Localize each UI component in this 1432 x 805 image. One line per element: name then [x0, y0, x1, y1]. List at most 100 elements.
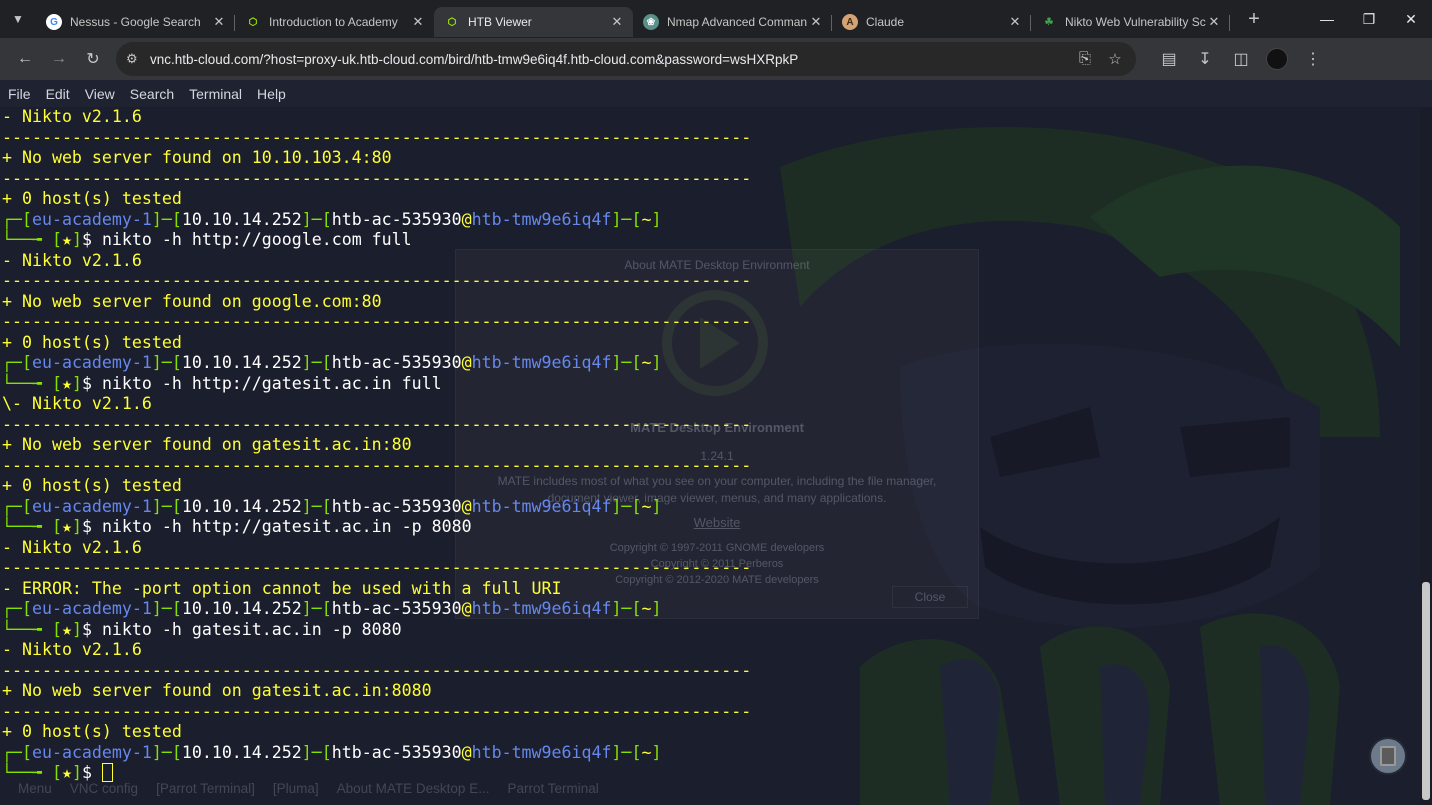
prompt-user: htb-ac-535930 [331, 599, 462, 618]
menu-edit[interactable]: Edit [46, 86, 70, 102]
terminal-scrollbar[interactable] [1420, 107, 1432, 805]
background-taskbar-item: [Pluma] [272, 781, 319, 796]
clipboard-icon [1380, 746, 1396, 766]
prompt-user: htb-ac-535930 [331, 209, 462, 229]
prompt-at: @ [461, 496, 472, 516]
prompt-bracket: ┌─[ [2, 599, 32, 618]
menu-help[interactable]: Help [257, 86, 286, 102]
prompt-at: @ [461, 353, 472, 372]
menu-terminal[interactable]: Terminal [189, 86, 242, 102]
tab-1[interactable]: G Nessus - Google Search ✕ [36, 7, 235, 37]
tab-title: HTB Viewer [468, 15, 532, 29]
terminal-line: ----------------------------------------… [2, 456, 1402, 477]
prompt-bracket: ]─[ [151, 599, 182, 618]
side-panel-icon[interactable]: ◫ [1224, 42, 1258, 76]
output-text: + 0 host(s) tested [2, 722, 182, 741]
tab-5[interactable]: A Claude ✕ [832, 7, 1031, 37]
prompt-host-group: eu-academy-1 [31, 496, 152, 516]
terminal-line: ┌─[eu-academy-1]─[10.10.14.252]─[htb-ac-… [2, 743, 1402, 764]
prompt-bracket: ]─[ [301, 496, 332, 516]
address-bar[interactable]: ⚙ vnc.htb-cloud.com/?host=proxy-uk.htb-c… [116, 42, 1136, 76]
prompt-at: @ [461, 742, 472, 762]
prompt-bracket: ] [651, 742, 662, 762]
minimize-icon[interactable]: — [1306, 0, 1348, 38]
close-tab-icon[interactable]: ✕ [808, 14, 824, 30]
more-menu-icon[interactable]: ⋮ [1296, 42, 1330, 76]
prompt-bracket: ┌─[ [2, 496, 32, 516]
prompt-bracket: ] [71, 517, 82, 536]
terminal-line: ----------------------------------------… [2, 661, 1402, 682]
forward-icon[interactable]: → [42, 42, 76, 76]
nikto-icon: ☘ [1044, 16, 1054, 28]
tab-4[interactable]: ❀ Nmap Advanced Comman ✕ [633, 7, 832, 37]
tab-6[interactable]: ☘ Nikto Web Vulnerability Sc ✕ [1031, 7, 1230, 37]
prompt-ip: 10.10.14.252 [181, 209, 302, 229]
terminal-line: └──╼ [★]$ nikto -h http://gatesit.ac.in … [2, 517, 1402, 538]
terminal-line: - Nikto v2.1.6 [2, 640, 1402, 661]
tab-list: G Nessus - Google Search ✕ ⬡ Introduction to… [36, 1, 1230, 37]
terminal-line: ----------------------------------------… [2, 271, 1402, 292]
vnc-clipboard-button[interactable] [1371, 739, 1405, 773]
new-tab-button[interactable]: + [1240, 5, 1268, 33]
close-window-icon[interactable]: ✕ [1390, 0, 1432, 38]
terminal-line: ----------------------------------------… [2, 312, 1402, 333]
bookmark-star-icon[interactable]: ☆ [1104, 50, 1126, 68]
prompt-bracket: ]─[ [611, 599, 642, 618]
download-icon[interactable]: ↧ [1188, 42, 1222, 76]
prompt-arrow: └──╼ [ [2, 230, 62, 249]
tab-search-chevron-icon[interactable]: ▼ [0, 0, 36, 38]
background-taskbar-item: About MATE Desktop E... [336, 781, 490, 796]
output-text: + 0 host(s) tested [2, 189, 182, 208]
prompt-bracket: ] [71, 230, 82, 249]
terminal-window[interactable]: About MATE Desktop Environment MATE Desk… [0, 107, 1420, 805]
scrollbar-thumb[interactable] [1422, 582, 1430, 800]
menu-view[interactable]: View [85, 86, 115, 102]
window-controls: — ❐ ✕ [1306, 0, 1432, 38]
htb-cube-icon: ⬡ [248, 16, 258, 28]
output-text: - Nikto v2.1.6 [2, 107, 142, 126]
prompt-user: htb-ac-535930 [331, 742, 462, 762]
back-icon[interactable]: ← [8, 42, 42, 76]
restore-icon[interactable]: ❐ [1348, 0, 1390, 38]
prompt-bracket: ] [651, 209, 662, 229]
terminal-line: \- Nikto v2.1.6 [2, 394, 1402, 415]
terminal-line: + No web server found on google.com:80 [2, 292, 1402, 313]
close-tab-icon[interactable]: ✕ [1007, 14, 1023, 30]
prompt-ip: 10.10.14.252 [181, 742, 302, 762]
tab-2[interactable]: ⬡ Introduction to Academy ✕ [235, 7, 434, 37]
output-text: + No web server found on 10.10.103.4:80 [2, 148, 392, 167]
separator-line: ----------------------------------------… [2, 558, 752, 577]
profile-avatar[interactable] [1260, 42, 1294, 76]
prompt-at: @ [461, 209, 472, 229]
prompt-dollar: $ [81, 619, 102, 639]
prompt-dir: ~ [641, 209, 652, 229]
terminal-line: ----------------------------------------… [2, 558, 1402, 579]
tab-title: Claude [866, 15, 905, 29]
no-clipboard-icon[interactable]: ⎘ [1074, 50, 1096, 68]
terminal-menubar: File Edit View Search Terminal Help [0, 80, 1432, 107]
prompt-star-icon: ★ [61, 373, 72, 393]
prompt-bracket: ]─[ [611, 496, 642, 516]
close-tab-icon[interactable]: ✕ [609, 14, 625, 30]
command-text: nikto -h http://google.com full [101, 230, 412, 249]
menu-file[interactable]: File [8, 86, 31, 102]
output-text: + 0 host(s) tested [2, 332, 182, 352]
prompt-bracket: ]─[ [301, 353, 332, 372]
prompt-machine: htb-tmw9e6iq4f [471, 599, 612, 618]
terminal-line: ┌─[eu-academy-1]─[10.10.14.252]─[htb-ac-… [2, 497, 1402, 518]
close-tab-icon[interactable]: ✕ [211, 14, 227, 30]
prompt-bracket: ]─[ [151, 742, 182, 762]
menu-search[interactable]: Search [130, 86, 174, 102]
tab-title: Nmap Advanced Comman [667, 15, 808, 29]
tab-3[interactable]: ⬡ HTB Viewer ✕ [434, 7, 633, 37]
close-tab-icon[interactable]: ✕ [1206, 14, 1222, 30]
claude-icon: A [842, 14, 858, 30]
extensions-icon[interactable]: ▤ [1152, 42, 1186, 76]
output-text: - ERROR: The -port option cannot be used… [2, 578, 562, 598]
reload-icon[interactable]: ↻ [76, 42, 110, 76]
close-tab-icon[interactable]: ✕ [410, 14, 426, 30]
prompt-star-icon: ★ [61, 517, 72, 536]
site-info-icon[interactable]: ⚙ [126, 51, 150, 67]
address-url[interactable]: vnc.htb-cloud.com/?host=proxy-uk.htb-clo… [150, 52, 1074, 67]
terminal-line: ┌─[eu-academy-1]─[10.10.14.252]─[htb-ac-… [2, 210, 1402, 231]
